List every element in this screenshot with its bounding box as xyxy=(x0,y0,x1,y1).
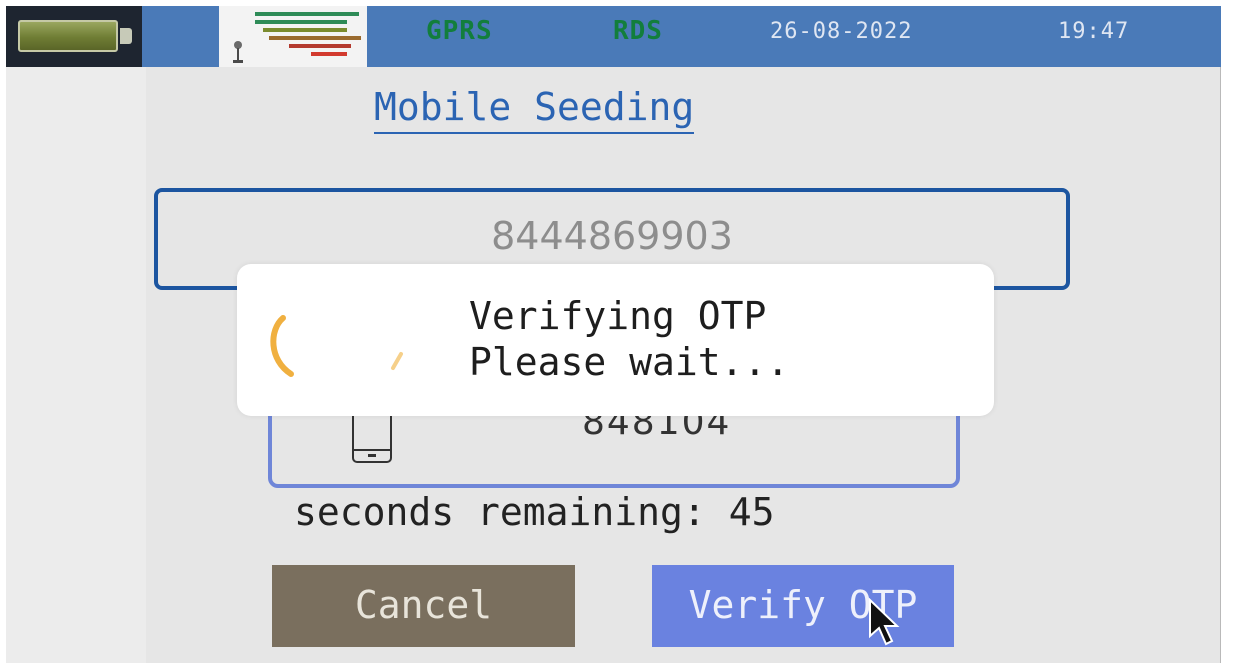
status-date: 26-08-2022 xyxy=(770,19,913,44)
signal-strength-icon xyxy=(219,6,367,67)
countdown-label: seconds remaining: xyxy=(294,490,706,534)
dialog-message-line1: Verifying OTP xyxy=(469,294,767,338)
gprs-indicator: GPRS xyxy=(426,16,493,46)
device-screen: GPRS RDS 26-08-2022 19:47 Mobile Seeding… xyxy=(6,6,1221,663)
status-bar: GPRS RDS 26-08-2022 19:47 xyxy=(6,6,1221,67)
battery-icon xyxy=(18,20,118,52)
phone-icon xyxy=(352,409,392,463)
page-title: Mobile Seeding xyxy=(374,86,695,134)
mobile-number-value: 8444869903 xyxy=(491,214,733,258)
loading-spinner-icon xyxy=(270,315,403,377)
battery-tip xyxy=(120,28,132,44)
dialog-message-line2: Please wait... xyxy=(469,340,790,384)
signal-bar-4 xyxy=(269,36,361,40)
left-panel xyxy=(6,67,146,663)
mouse-pointer-icon xyxy=(869,598,900,646)
signal-bar-3 xyxy=(263,28,347,32)
signal-bar-6 xyxy=(311,52,347,56)
verify-otp-button[interactable]: Verify OTP xyxy=(652,565,954,647)
right-edge xyxy=(1220,67,1221,663)
cancel-button[interactable]: Cancel xyxy=(272,565,575,647)
antenna-icon xyxy=(233,41,243,63)
verifying-dialog: Verifying OTP Please wait... xyxy=(237,264,994,416)
signal-bar-2 xyxy=(255,20,347,24)
status-time: 19:47 xyxy=(1058,19,1130,44)
countdown-text: seconds remaining: 45 xyxy=(294,490,774,534)
battery-indicator xyxy=(6,6,142,67)
signal-bar-5 xyxy=(289,44,351,48)
signal-bar-1 xyxy=(255,12,359,16)
rds-indicator: RDS xyxy=(613,16,663,46)
countdown-seconds: 45 xyxy=(728,490,775,534)
